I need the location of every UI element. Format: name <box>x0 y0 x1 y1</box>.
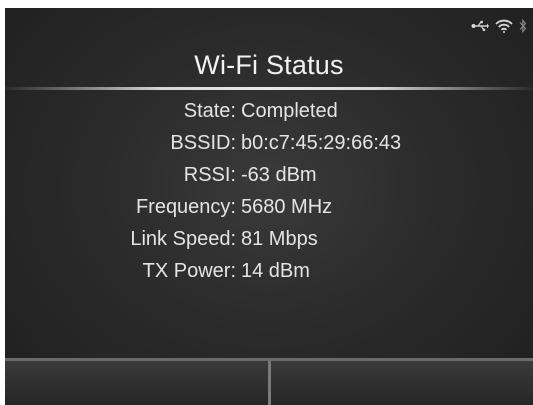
usb-icon <box>471 20 489 32</box>
status-row-frequency: Frequency: 5680 MHz <box>5 192 533 222</box>
right-softkey[interactable] <box>270 361 533 405</box>
row-value: 14 dBm <box>241 260 310 282</box>
row-label: Link Speed: <box>130 228 236 250</box>
softkey-bar <box>5 358 533 405</box>
device-bezel: Wi-Fi Status State: Completed BSSID: b0:… <box>0 0 533 405</box>
wifi-status-list: State: Completed BSSID: b0:c7:45:29:66:4… <box>5 96 533 288</box>
row-label: State: <box>183 100 236 122</box>
row-value: 5680 MHz <box>241 196 333 218</box>
page-title: Wi-Fi Status <box>194 50 344 80</box>
row-label: RSSI: <box>183 164 236 186</box>
lcd-screen: Wi-Fi Status State: Completed BSSID: b0:… <box>5 8 533 405</box>
row-label: Frequency: <box>135 196 236 218</box>
status-row-link-speed: Link Speed: 81 Mbps <box>5 224 533 254</box>
row-value: -63 dBm <box>241 164 317 186</box>
bluetooth-icon <box>519 19 527 33</box>
status-row-rssi: RSSI: -63 dBm <box>5 160 533 190</box>
left-softkey[interactable] <box>5 361 268 405</box>
row-label: BSSID: <box>170 132 236 154</box>
status-row-tx-power: TX Power: 14 dBm <box>5 256 533 286</box>
title-divider <box>5 87 533 90</box>
row-label: TX Power: <box>142 260 236 282</box>
row-value: b0:c7:45:29:66:43 <box>241 132 402 154</box>
row-value: 81 Mbps <box>241 228 318 250</box>
status-row-state: State: Completed <box>5 96 533 126</box>
status-row-bssid: BSSID: b0:c7:45:29:66:43 <box>5 128 533 158</box>
wifi-icon <box>495 19 513 33</box>
row-value: Completed <box>241 100 338 122</box>
status-icons <box>471 14 527 38</box>
